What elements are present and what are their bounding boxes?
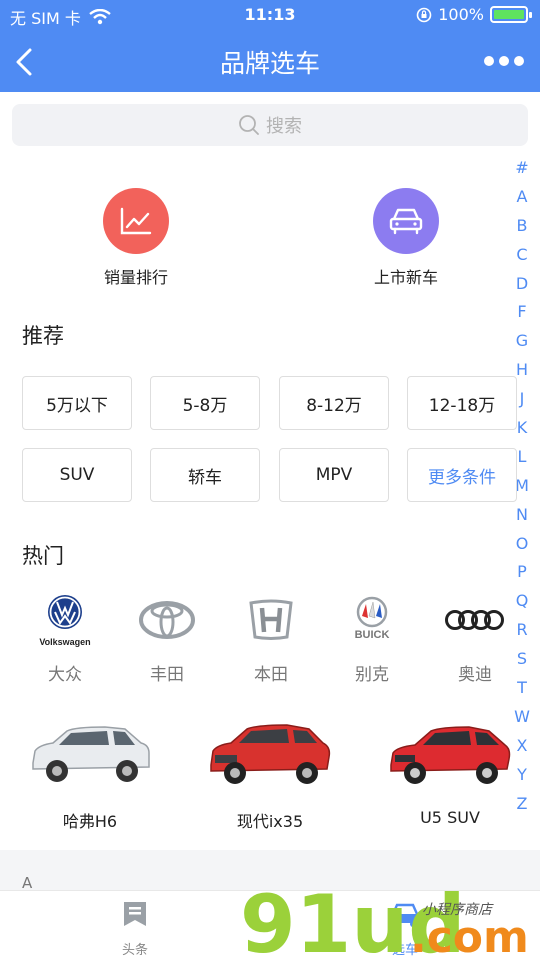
tab-bar: 头条 选车 [0, 890, 540, 960]
brand-toyota[interactable]: 丰田 [122, 590, 212, 685]
battery-icon [490, 6, 532, 23]
news-icon [124, 902, 146, 926]
more-dot-icon [484, 56, 494, 66]
filter-chip[interactable]: 轿车 [150, 448, 260, 502]
tab-select-car[interactable]: 选车 [365, 899, 445, 958]
nav-bar: 品牌选车 [0, 30, 540, 92]
suv-car-icon [370, 714, 530, 794]
page-title: 品牌选车 [219, 49, 320, 78]
audi-logo-icon [430, 590, 520, 650]
filter-chip[interactable]: 8-12万 [279, 376, 389, 430]
car-haval-h6[interactable]: 哈弗H6 [10, 714, 170, 832]
shortcut-label: 上市新车 [373, 268, 438, 287]
more-dot-icon [514, 56, 524, 66]
index-letter[interactable]: D [509, 270, 535, 299]
suv-car-icon [190, 714, 350, 794]
index-letter[interactable]: B [509, 212, 535, 241]
more-conditions-chip[interactable]: 更多条件 [407, 448, 517, 502]
brand-name: 别克 [355, 665, 389, 685]
index-letter[interactable]: P [509, 558, 535, 587]
section-divider [0, 850, 540, 890]
status-bar: 无 SIM 卡 11:13 100% [0, 0, 540, 30]
search-icon [239, 115, 259, 135]
header: 无 SIM 卡 11:13 100% 品牌选车 [0, 0, 540, 92]
status-right: 100% [416, 5, 532, 24]
new-cars-shortcut[interactable]: 上市新车 [336, 188, 476, 288]
car-name: 现代ix35 [236, 812, 304, 831]
car-hyundai-ix35[interactable]: 现代ix35 [190, 714, 350, 832]
shortcut-label: 销量排行 [103, 268, 168, 287]
tab-news[interactable]: 头条 [95, 899, 175, 958]
brand-name: 丰田 [150, 665, 184, 685]
battery-percent: 100% [438, 5, 484, 24]
filter-chip[interactable]: 5-8万 [150, 376, 260, 430]
orientation-lock-icon [416, 7, 432, 22]
volkswagen-logo-icon: Volkswagen [20, 590, 110, 650]
car-name: U5 SUV [420, 808, 480, 827]
index-letter[interactable]: G [509, 327, 535, 356]
suv-car-icon [10, 714, 170, 794]
buick-logo-icon: BUICK [327, 590, 417, 650]
brand-name: 本田 [254, 665, 288, 685]
brand-name: 奥迪 [458, 665, 492, 685]
more-dot-icon [499, 56, 509, 66]
index-letter[interactable]: N [509, 501, 535, 530]
brand-audi[interactable]: 奥迪 [430, 590, 520, 685]
index-letter[interactable]: F [509, 298, 535, 327]
sales-ranking-shortcut[interactable]: 销量排行 [66, 188, 206, 288]
brand-volkswagen[interactable]: Volkswagen 大众 [20, 590, 110, 685]
svg-text:BUICK: BUICK [355, 629, 390, 641]
index-letter[interactable]: # [509, 154, 535, 183]
recommend-title: 推荐 [22, 324, 64, 348]
search-placeholder: 搜索 [266, 116, 302, 137]
brand-buick[interactable]: BUICK 别克 [327, 590, 417, 685]
car-icon [390, 903, 420, 927]
toyota-logo-icon [122, 590, 212, 650]
filter-chip[interactable]: SUV [22, 448, 132, 502]
car-name: 哈弗H6 [62, 812, 118, 831]
index-letter[interactable]: O [509, 530, 535, 559]
filter-chip[interactable]: 5万以下 [22, 376, 132, 430]
index-letter[interactable]: A [509, 183, 535, 212]
filter-chip[interactable]: 12-18万 [407, 376, 517, 430]
tab-label: 头条 [121, 943, 148, 958]
honda-logo-icon [226, 590, 316, 650]
hot-title: 热门 [22, 544, 64, 568]
chart-icon [103, 188, 169, 254]
brand-name: 大众 [48, 665, 82, 685]
index-letter[interactable]: C [509, 241, 535, 270]
more-button[interactable] [484, 50, 524, 72]
search-input[interactable]: 搜索 [12, 104, 528, 146]
new-car-icon [373, 188, 439, 254]
tab-label: 选车 [391, 943, 418, 958]
svg-text:Volkswagen: Volkswagen [39, 637, 90, 647]
car-u5-suv[interactable]: U5 SUV [370, 714, 530, 827]
brand-honda[interactable]: 本田 [226, 590, 316, 685]
filter-chip[interactable]: MPV [279, 448, 389, 502]
